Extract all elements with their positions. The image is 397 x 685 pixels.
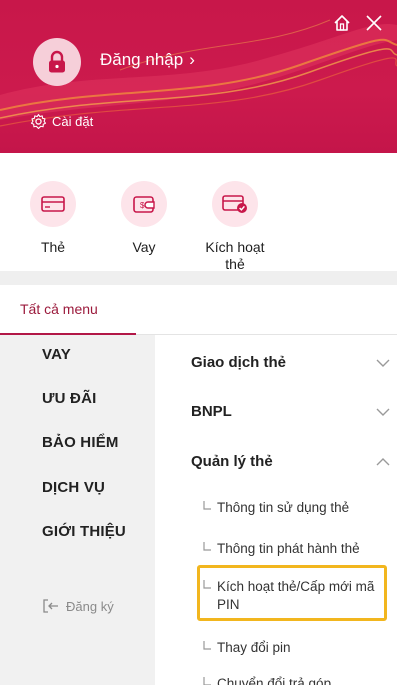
login-link[interactable]: Đăng nhập ›	[100, 50, 195, 70]
submenu-item-label: Chuyển đổi trả góp	[217, 676, 332, 685]
category-loan[interactable]: VAY	[42, 346, 71, 363]
submenu-group-bnpl[interactable]: BNPL	[191, 403, 391, 420]
submenu-group-card-management[interactable]: Quản lý thẻ	[191, 453, 391, 470]
submenu-group-card-transactions[interactable]: Giao dịch thẻ	[191, 354, 391, 371]
category-offers[interactable]: ƯU ĐÃI	[42, 390, 96, 407]
quick-action-label: Thẻ	[40, 239, 66, 255]
quick-action-label: Vay	[132, 239, 156, 255]
gear-icon	[30, 113, 47, 130]
quick-action-circle	[212, 181, 258, 227]
settings-label: Cài đặt	[52, 114, 94, 129]
submenu-item-label: Thông tin phát hành thẻ	[217, 541, 360, 556]
submenu-group-label: Giao dịch thẻ	[191, 354, 287, 371]
quick-action-circle: $	[121, 181, 167, 227]
quick-action-circle	[30, 181, 76, 227]
settings-link[interactable]: Cài đặt	[30, 113, 93, 130]
chevron-up-icon	[376, 457, 390, 465]
submenu-item-activate-card[interactable]: Kích hoạt thẻ/Cấp mới mã PIN	[199, 578, 389, 614]
submenu-item-label: Thông tin sử dụng thẻ	[217, 500, 350, 515]
register-icon	[43, 599, 58, 613]
submenu-group-label: Quản lý thẻ	[191, 453, 273, 470]
section-divider	[0, 271, 397, 285]
submenu-item-label: Kích hoạt thẻ/Cấp mới mã PIN	[217, 579, 375, 612]
home-icon[interactable]	[331, 12, 353, 34]
quick-action-loan[interactable]: $ Vay	[104, 181, 184, 256]
submenu-item-card-issuance[interactable]: Thông tin phát hành thẻ	[199, 540, 389, 558]
avatar[interactable]	[33, 38, 81, 86]
register-link[interactable]: Đăng ký	[42, 598, 114, 614]
chevron-right-icon: ›	[189, 50, 195, 69]
register-label: Đăng ký	[66, 598, 114, 614]
tree-branch-icon	[203, 641, 211, 650]
tree-branch-icon	[203, 580, 211, 589]
tree-branch-icon	[203, 677, 211, 685]
submenu-item-card-usage[interactable]: Thông tin sử dụng thẻ	[199, 499, 389, 517]
submenu-item-label: Thay đổi pin	[217, 640, 291, 655]
submenu-item-change-pin[interactable]: Thay đổi pin	[199, 639, 389, 657]
chevron-down-icon	[376, 359, 390, 367]
lock-icon	[49, 50, 65, 73]
header-actions	[331, 12, 385, 34]
quick-action-card[interactable]: Thẻ	[13, 181, 93, 256]
login-label: Đăng nhập	[100, 50, 184, 69]
menu-tabs: Tất cả menu	[0, 285, 397, 335]
category-services[interactable]: DỊCH VỤ	[42, 479, 105, 496]
quick-action-label: Kích hoạt thẻ	[205, 239, 265, 272]
quick-action-activate-card[interactable]: Kích hoạt thẻ	[195, 181, 275, 273]
account-header: Đăng nhập › Cài đặt	[0, 0, 397, 153]
category-about[interactable]: GIỚI THIỆU	[42, 523, 126, 540]
card-icon	[41, 196, 65, 212]
close-icon[interactable]	[363, 12, 385, 34]
tree-branch-icon	[203, 542, 211, 551]
chevron-down-icon	[376, 408, 390, 416]
svg-text:$: $	[140, 201, 145, 210]
category-sidebar: VAY ƯU ĐÃI BẢO HIỂM DỊCH VỤ GIỚI THIỆU Đ…	[0, 335, 155, 685]
category-insurance[interactable]: BẢO HIỂM	[42, 434, 119, 451]
submenu-group-label: BNPL	[191, 403, 232, 420]
quick-actions: Thẻ $ Vay Kích hoạt thẻ	[0, 153, 397, 273]
tab-all-menu[interactable]: Tất cả menu	[0, 285, 136, 335]
wallet-icon: $	[133, 196, 155, 213]
tree-branch-icon	[203, 501, 211, 510]
submenu-item-installment[interactable]: Chuyển đổi trả góp	[199, 675, 389, 685]
submenu-panel: Giao dịch thẻ BNPL Quản lý thẻ Thông tin…	[155, 335, 397, 685]
card-activate-icon	[222, 195, 247, 213]
